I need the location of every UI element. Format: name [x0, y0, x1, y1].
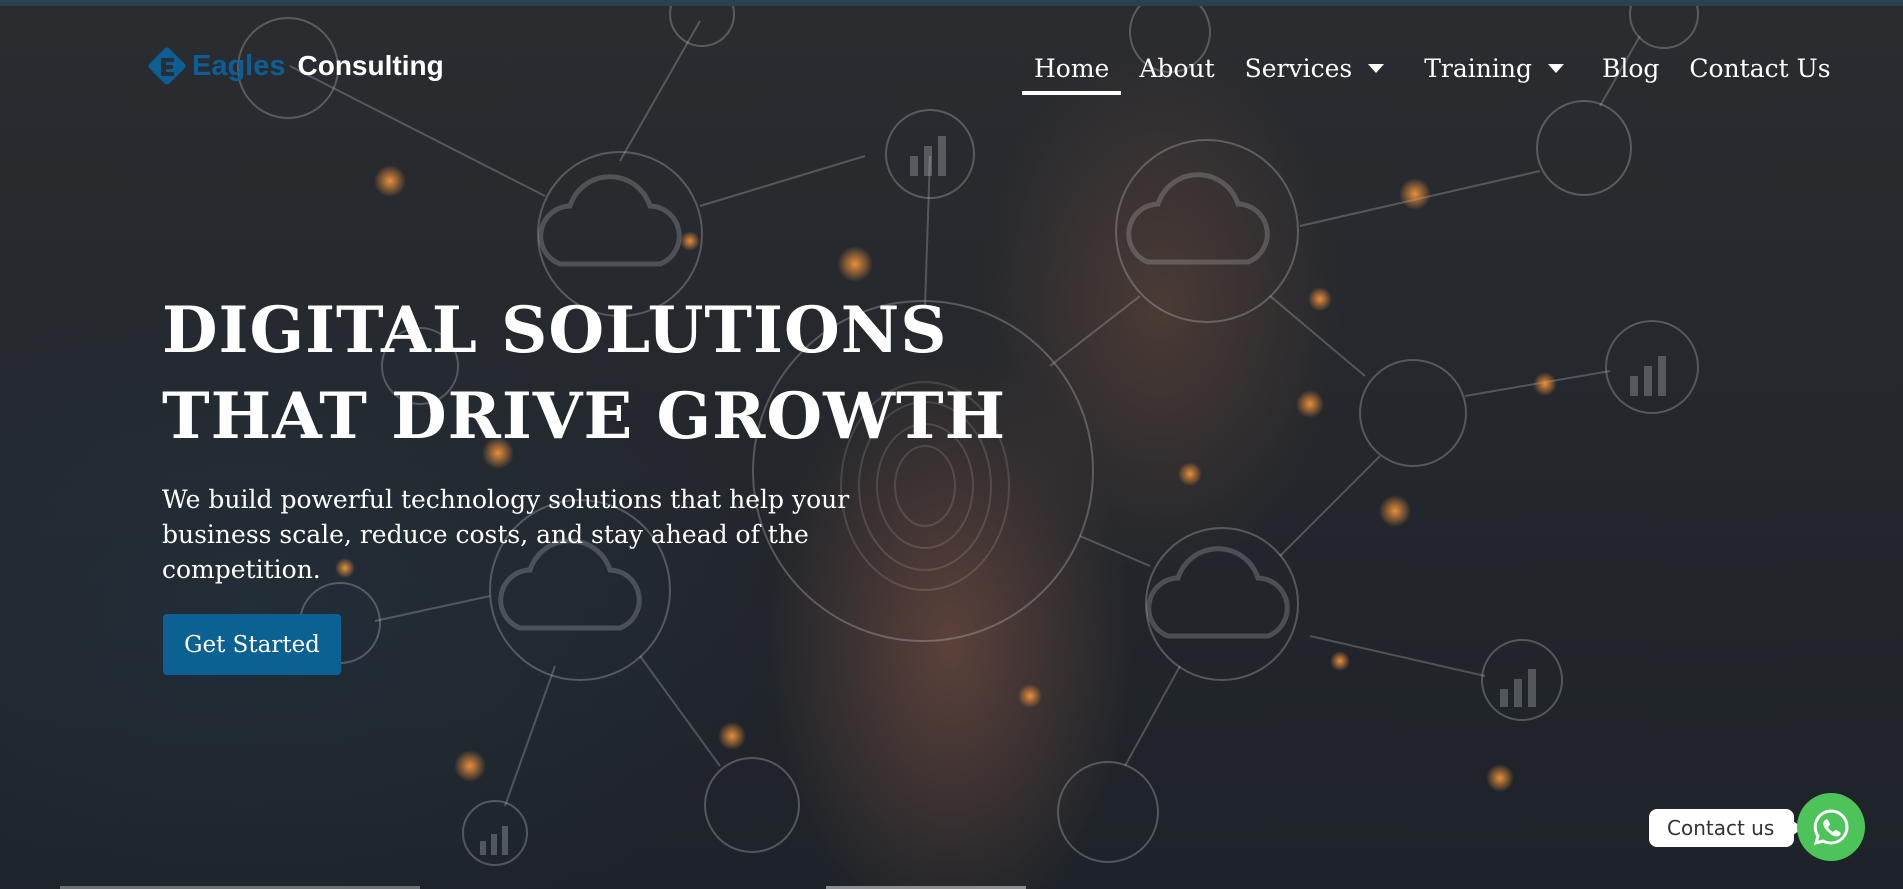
contact-us-bubble[interactable]: Contact us — [1649, 809, 1804, 847]
headline-line-2: THAT DRIVE GROWTH — [162, 379, 1007, 454]
logo-text-eagles: Eagles — [192, 49, 286, 82]
nav-training[interactable]: Training — [1424, 44, 1564, 92]
main-navigation: Home About Services Training Blog Contac… — [1022, 44, 1831, 95]
nav-contact-us[interactable]: Contact Us — [1689, 44, 1830, 92]
get-started-button[interactable]: Get Started — [163, 614, 341, 675]
nav-home-label: Home — [1034, 53, 1110, 83]
whatsapp-icon — [1813, 809, 1849, 846]
subtext-line-2: business scale, reduce costs, and stay a… — [162, 520, 809, 549]
hero-subtext: We build powerful technology solutions t… — [162, 482, 882, 587]
contact-us-label: Contact us — [1667, 816, 1775, 840]
eagles-logo-icon — [148, 47, 186, 85]
nav-blog-label: Blog — [1601, 53, 1660, 83]
subtext-line-3: competition. — [162, 555, 321, 584]
nav-services-label: Services — [1244, 53, 1353, 83]
training-dropdown-caret-icon — [1547, 63, 1564, 73]
nav-about-label: About — [1139, 53, 1215, 83]
nav-home[interactable]: Home — [1022, 44, 1122, 95]
whatsapp-button[interactable] — [1797, 793, 1865, 861]
subtext-line-1: We build powerful technology solutions t… — [162, 485, 850, 514]
logo-text-consulting: Consulting — [297, 50, 444, 81]
services-dropdown-caret-icon — [1368, 63, 1385, 73]
nav-contact-us-label: Contact Us — [1689, 53, 1831, 83]
site-logo[interactable]: Eagles Consulting — [144, 40, 444, 92]
headline-line-1: DIGITAL SOLUTIONS — [162, 293, 948, 368]
nav-blog[interactable]: Blog — [1602, 44, 1659, 92]
hero-section: Eagles Consulting Home About Services Tr… — [0, 6, 1903, 889]
nav-services[interactable]: Services — [1245, 44, 1385, 92]
nav-about[interactable]: About — [1139, 44, 1214, 92]
nav-training-label: Training — [1424, 53, 1532, 83]
hero-headline: DIGITAL SOLUTIONS THAT DRIVE GROWTH — [162, 288, 1062, 460]
